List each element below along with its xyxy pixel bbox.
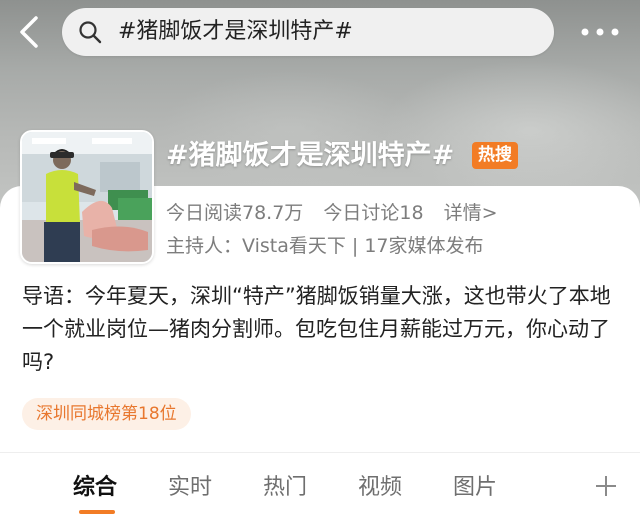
tab-divider (0, 452, 640, 453)
topic-stats: 今日阅读78.7万 今日讨论18 详情> (166, 200, 512, 226)
reads-count: 今日阅读78.7万 (166, 202, 304, 224)
topic-title: #猪脚饭才是深圳特产# (166, 140, 455, 171)
tab-comprehensive[interactable]: 综合 (73, 472, 117, 504)
active-tab-indicator (79, 510, 115, 514)
search-icon (79, 21, 102, 44)
add-tab-button[interactable] (592, 472, 620, 500)
more-button[interactable] (578, 18, 622, 46)
topic-thumbnail[interactable] (20, 130, 154, 264)
search-bar[interactable]: #猪脚饭才是深圳特产# (62, 8, 554, 56)
details-link[interactable]: 详情> (444, 202, 498, 224)
tab-hot[interactable]: 热门 (263, 472, 307, 504)
host-info[interactable]: 主持人：Vista看天下 | 17家媒体发布 (166, 233, 484, 259)
city-rank-chip[interactable]: 深圳同城榜第18位 (22, 398, 191, 430)
more-horizontal-icon (581, 28, 619, 36)
plus-icon (596, 476, 616, 496)
tab-bar: 综合 实时 热门 视频 图片 (0, 464, 640, 514)
hot-badge: 热搜 (472, 142, 518, 169)
tab-video[interactable]: 视频 (358, 472, 402, 504)
butcher-photo-image (22, 132, 152, 262)
search-query-text: #猪脚饭才是深圳特产# (118, 19, 353, 44)
back-button[interactable] (16, 14, 46, 50)
discussion-count: 今日讨论18 (323, 202, 424, 224)
tab-images[interactable]: 图片 (453, 472, 497, 504)
topic-intro: 导语：今年夏天，深圳“特产”猪脚饭销量大涨，这也带火了本地一个就业岗位—猪肉分割… (22, 284, 611, 374)
tab-realtime[interactable]: 实时 (168, 472, 212, 504)
chevron-left-icon (20, 16, 38, 48)
